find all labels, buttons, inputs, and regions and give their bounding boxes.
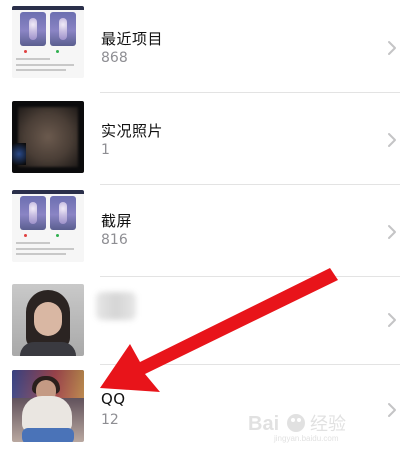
svg-text:经验: 经验 [310,414,346,435]
album-thumbnail [12,6,84,78]
album-title: 截屏 [101,212,133,230]
chevron-right-icon [388,41,396,55]
album-thumbnail [12,284,84,356]
album-thumbnail [12,370,84,442]
baidu-jingyan-watermark: Bai 经验 jingyan.baidu.com [248,413,346,443]
svg-text:Bai: Bai [248,413,279,435]
chevron-right-icon [388,133,396,147]
album-row-hidden-name[interactable] [0,276,400,367]
album-count: 12 [101,412,119,428]
album-row-screenshots[interactable]: 截屏 816 [0,184,400,275]
album-row-recent[interactable]: 最近项目 868 [0,0,400,91]
album-list: 最近项目 868 实况照片 1 截屏 816 QQ 12 [0,0,400,450]
album-title: 实况照片 [101,122,164,140]
album-row-live-photos[interactable]: 实况照片 1 [0,92,400,183]
svg-text:jingyan.baidu.com: jingyan.baidu.com [273,434,339,443]
album-count: 868 [101,50,128,66]
album-count: 1 [101,142,110,158]
album-title: 最近项目 [101,30,164,48]
album-title: QQ [101,390,126,408]
album-thumbnail [12,101,84,173]
chevron-right-icon [388,313,396,327]
chevron-right-icon [388,225,396,239]
album-count: 816 [101,232,128,248]
album-thumbnail [12,190,84,262]
blurred-album-title [96,292,136,320]
